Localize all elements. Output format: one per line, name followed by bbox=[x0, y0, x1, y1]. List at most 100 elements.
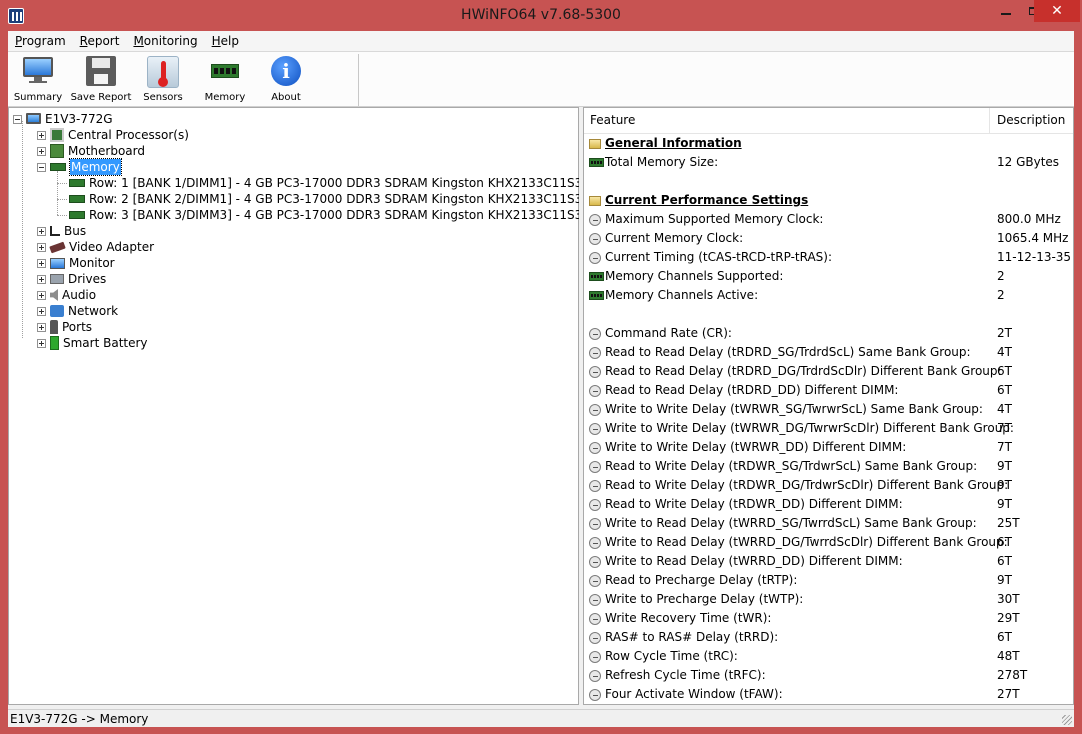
tree-item-smart-battery[interactable]: Smart Battery bbox=[37, 335, 148, 351]
feature-label: Write to Precharge Delay (tWTP): bbox=[605, 592, 804, 606]
expand-icon[interactable] bbox=[37, 226, 46, 236]
tree-item-motherboard[interactable]: Motherboard bbox=[37, 143, 145, 159]
feature-value: 12 GBytes bbox=[997, 155, 1060, 169]
detail-row[interactable]: Read to Precharge Delay (tRTP): 9T bbox=[584, 571, 1073, 590]
detail-row[interactable]: Current Timing (tCAS-tRCD-tRP-tRAS): 11-1… bbox=[584, 248, 1073, 267]
tree-item-memory-row[interactable]: Row: 1 [BANK 1/DIMM1] - 4 GB PC3-17000 D… bbox=[69, 175, 610, 191]
save-report-button[interactable]: Save Report bbox=[68, 54, 134, 106]
device-tree[interactable]: E1V3-772G Central Processor(s) Motherboard… bbox=[8, 107, 610, 705]
detail-row[interactable]: Maximum Supported Memory Clock: 800.0 MHz bbox=[584, 210, 1073, 229]
feature-label: Write to Read Delay (tWRRD_SG/TwrrdScL) … bbox=[605, 516, 977, 530]
detail-row[interactable]: Write to Write Delay (tWRWR_SG/TwrwrScL)… bbox=[584, 400, 1073, 419]
menu-item-program[interactable]: Program bbox=[8, 31, 73, 51]
about-label: About bbox=[271, 92, 301, 103]
feature-value: 4T bbox=[997, 402, 1012, 416]
tree-item-label: Bus bbox=[64, 224, 87, 238]
detail-row[interactable]: Row Cycle Time (tRC): 48T bbox=[584, 647, 1073, 666]
detail-row[interactable]: Command Rate (CR): 2T bbox=[584, 324, 1073, 343]
expand-icon[interactable] bbox=[37, 130, 46, 140]
tree-item-drives[interactable]: Drives bbox=[37, 271, 106, 287]
info-icon: i bbox=[271, 56, 301, 86]
detail-row[interactable]: Read to Read Delay (tRDRD_DD) Different … bbox=[584, 381, 1073, 400]
timing-icon bbox=[589, 594, 601, 606]
sensors-button[interactable]: Sensors bbox=[140, 54, 186, 106]
video-adapter-icon bbox=[49, 241, 66, 253]
expand-icon[interactable] bbox=[37, 322, 46, 332]
memory-module-icon bbox=[589, 158, 604, 167]
tree-item-monitor[interactable]: Monitor bbox=[37, 255, 115, 271]
memory-button[interactable]: Memory bbox=[200, 54, 250, 106]
detail-row[interactable]: Total Memory Size: 12 GBytes bbox=[584, 153, 1073, 172]
about-button[interactable]: i About bbox=[264, 54, 308, 106]
feature-label: Current Timing (tCAS-tRCD-tRP-tRAS): bbox=[605, 250, 833, 264]
column-header-feature[interactable]: Feature bbox=[584, 108, 990, 133]
minimize-button[interactable] bbox=[992, 0, 1020, 22]
feature-value: 48T bbox=[997, 649, 1020, 663]
detail-row[interactable]: Read to Read Delay (tRDRD_DG/TrdrdScDlr)… bbox=[584, 362, 1073, 381]
tree-item-memory[interactable]: Memory bbox=[37, 158, 122, 176]
expand-icon[interactable] bbox=[37, 274, 46, 284]
detail-row[interactable]: Write to Write Delay (tWRWR_DD) Differen… bbox=[584, 438, 1073, 457]
feature-label: Maximum Supported Memory Clock: bbox=[605, 212, 824, 226]
tree-item-ports[interactable]: Ports bbox=[37, 319, 92, 335]
detail-panel[interactable]: Feature Description General Information T… bbox=[583, 107, 1074, 705]
detail-row[interactable]: Write to Precharge Delay (tWTP): 30T bbox=[584, 590, 1073, 609]
close-icon: ✕ bbox=[1051, 3, 1063, 19]
expand-icon[interactable] bbox=[37, 290, 46, 300]
tree-item-label: Smart Battery bbox=[63, 336, 148, 350]
timing-icon bbox=[589, 689, 601, 701]
expand-icon[interactable] bbox=[37, 306, 46, 316]
resize-grip-icon[interactable] bbox=[1062, 715, 1072, 725]
menu-item-help[interactable]: Help bbox=[205, 31, 246, 51]
expand-icon[interactable] bbox=[37, 146, 46, 156]
tree-item-memory-row[interactable]: Row: 2 [BANK 2/DIMM1] - 4 GB PC3-17000 D… bbox=[69, 191, 610, 207]
collapse-icon[interactable] bbox=[13, 114, 22, 124]
tree-item-video-adapter[interactable]: Video Adapter bbox=[37, 239, 154, 255]
summary-button[interactable]: Summary bbox=[12, 54, 64, 106]
detail-row[interactable]: Read to Write Delay (tRDWR_DD) Different… bbox=[584, 495, 1073, 514]
tree-item-bus[interactable]: Bus bbox=[37, 223, 86, 239]
detail-group-header[interactable]: Current Performance Settings bbox=[584, 191, 1073, 210]
feature-label: Memory Channels Active: bbox=[605, 288, 759, 302]
menu-item-report[interactable]: Report bbox=[73, 31, 127, 51]
tree-root[interactable]: E1V3-772G bbox=[13, 111, 113, 127]
detail-row[interactable]: Memory Channels Supported: 2 bbox=[584, 267, 1073, 286]
detail-row[interactable]: Refresh Cycle Time (tRFC): 278T bbox=[584, 666, 1073, 685]
detail-row[interactable]: Write Recovery Time (tWR): 29T bbox=[584, 609, 1073, 628]
tree-item-central-processor-s[interactable]: Central Processor(s) bbox=[37, 127, 189, 143]
detail-row[interactable]: Write to Read Delay (tWRRD_SG/TwrrdScL) … bbox=[584, 514, 1073, 533]
tree-item-label: Monitor bbox=[69, 256, 115, 270]
detail-row[interactable]: Four Activate Window (tFAW): 27T bbox=[584, 685, 1073, 704]
feature-label: Total Memory Size: bbox=[605, 155, 719, 169]
detail-row[interactable]: Memory Channels Active: 2 bbox=[584, 286, 1073, 305]
drives-icon bbox=[50, 274, 64, 284]
menu-item-monitoring[interactable]: Monitoring bbox=[126, 31, 204, 51]
tree-item-audio[interactable]: Audio bbox=[37, 287, 96, 303]
tree-item-label: Network bbox=[68, 304, 119, 318]
tree-item-network[interactable]: Network bbox=[37, 303, 118, 319]
detail-row[interactable]: RAS# to RAS# Delay (tRRD): 6T bbox=[584, 628, 1073, 647]
collapse-icon[interactable] bbox=[37, 162, 46, 172]
memory-module-icon bbox=[211, 64, 239, 78]
detail-row[interactable]: Read to Write Delay (tRDWR_DG/TrdwrScDlr… bbox=[584, 476, 1073, 495]
summary-label: Summary bbox=[13, 92, 63, 103]
expand-icon[interactable] bbox=[37, 338, 46, 348]
detail-row[interactable]: Write to Write Delay (tWRWR_DG/TwrwrScDl… bbox=[584, 419, 1073, 438]
detail-row[interactable]: Write to Read Delay (tWRRD_DG/TwrrdScDlr… bbox=[584, 533, 1073, 552]
expand-icon[interactable] bbox=[37, 242, 46, 252]
timing-icon bbox=[589, 575, 601, 587]
toolbar-separator bbox=[358, 54, 359, 106]
column-header-description[interactable]: Description bbox=[991, 108, 1073, 133]
timing-icon bbox=[589, 404, 601, 416]
audio-icon bbox=[50, 289, 58, 301]
detail-row[interactable]: Write to Read Delay (tWRRD_DD) Different… bbox=[584, 552, 1073, 571]
tree-item-memory-row[interactable]: Row: 3 [BANK 3/DIMM3] - 4 GB PC3-17000 D… bbox=[69, 207, 610, 223]
detail-row[interactable]: Current Memory Clock: 1065.4 MHz bbox=[584, 229, 1073, 248]
detail-row[interactable]: Read to Write Delay (tRDWR_SG/TrdwrScL) … bbox=[584, 457, 1073, 476]
timing-icon bbox=[589, 328, 601, 340]
close-button[interactable]: ✕ bbox=[1034, 0, 1080, 22]
detail-group-header[interactable]: General Information bbox=[584, 134, 1073, 153]
expand-icon[interactable] bbox=[37, 258, 46, 268]
detail-row[interactable]: Read to Read Delay (tRDRD_SG/TrdrdScL) S… bbox=[584, 343, 1073, 362]
feature-label: General Information bbox=[605, 136, 742, 150]
